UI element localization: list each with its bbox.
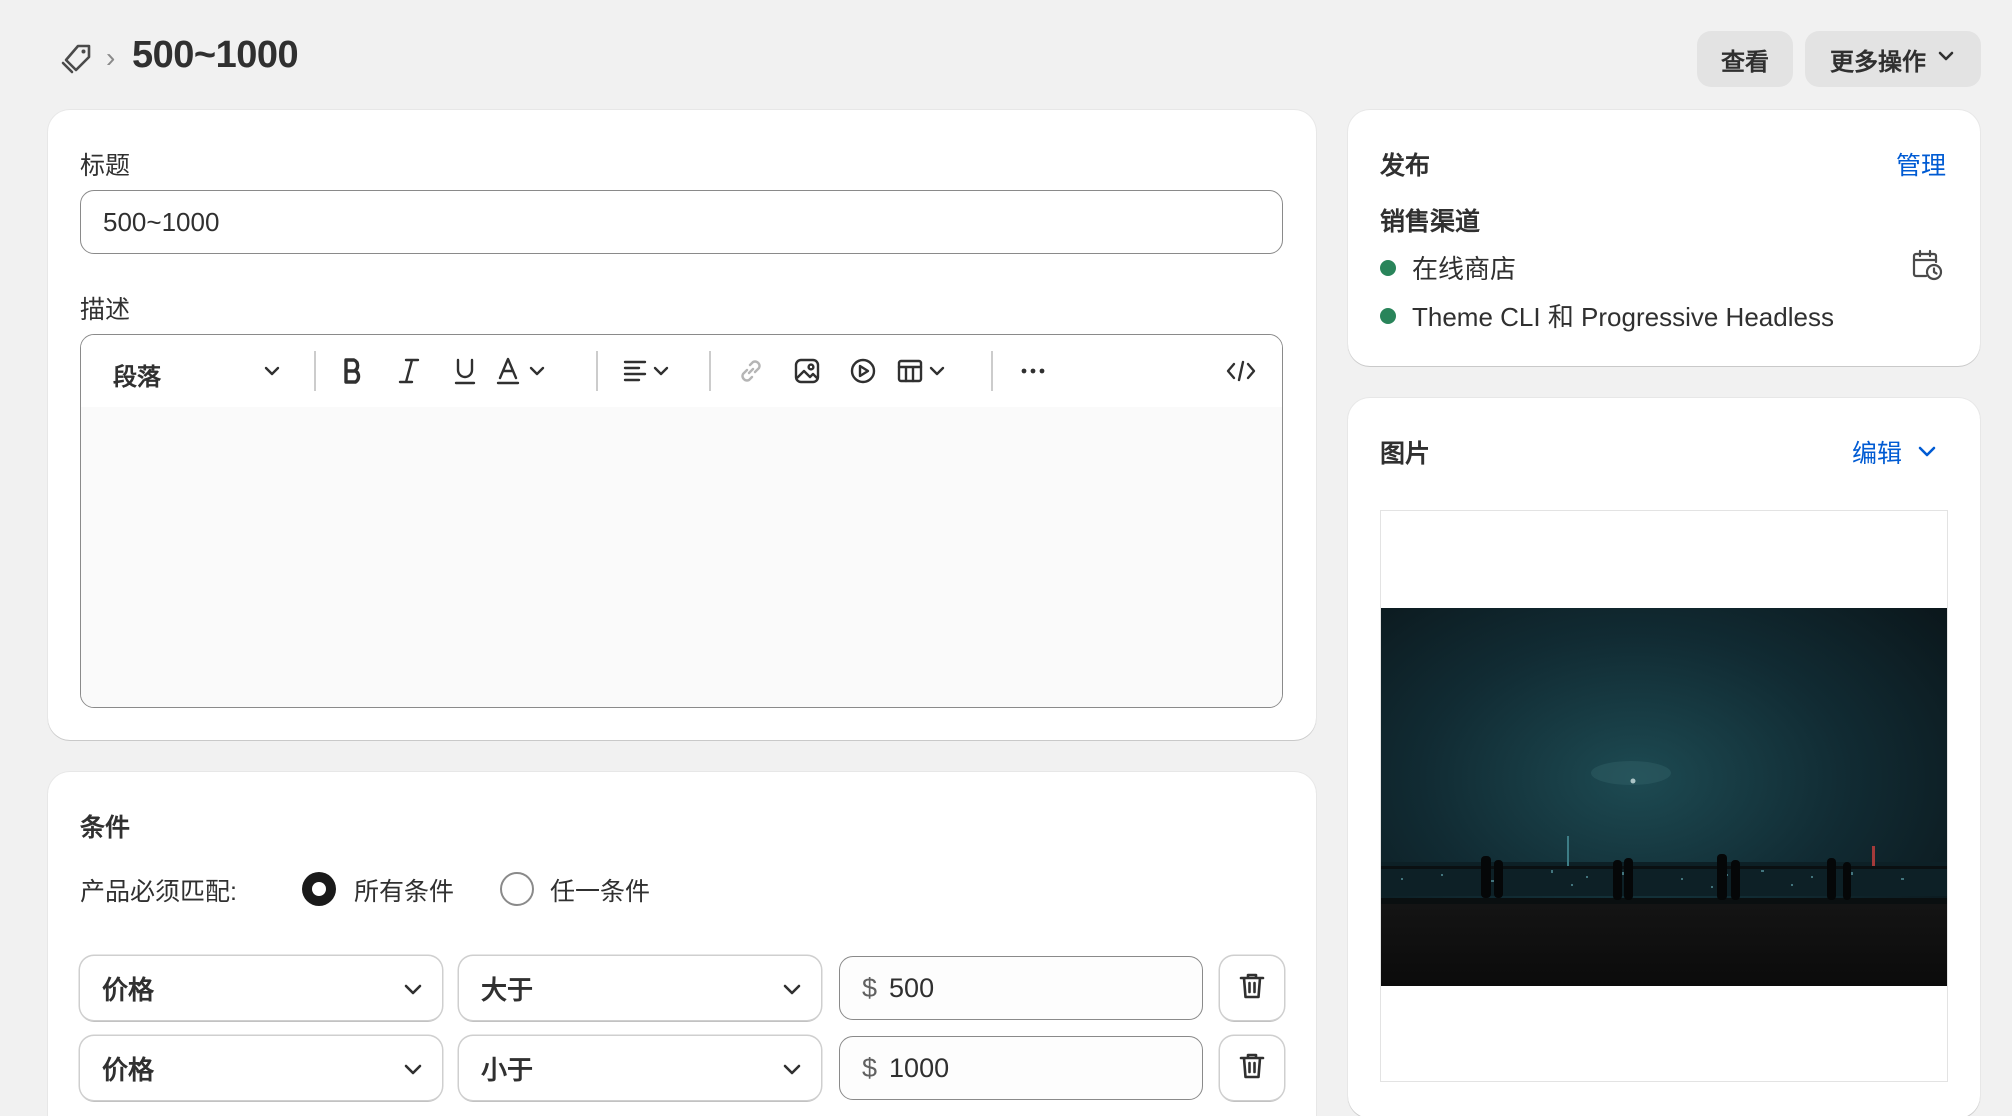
paragraph-format-select[interactable]: 段落 — [113, 357, 161, 392]
manage-link[interactable]: 管理 — [1896, 146, 1946, 182]
description-label: 描述 — [80, 296, 131, 324]
bold-icon[interactable] — [331, 349, 375, 393]
status-dot — [1380, 308, 1396, 324]
italic-icon[interactable] — [387, 349, 431, 393]
condition-operator-select[interactable]: 大于 — [459, 956, 821, 1020]
link-icon[interactable] — [729, 349, 773, 393]
match-label: 产品必须匹配: — [80, 878, 237, 906]
sales-channels-label: 销售渠道 — [1380, 208, 1481, 236]
radio-any-condition[interactable] — [500, 872, 534, 906]
trash-icon — [1238, 1051, 1266, 1086]
chevron-down-icon — [781, 976, 803, 1007]
image-frame[interactable] — [1380, 510, 1948, 1082]
editor-toolbar: 段落 — [81, 335, 1282, 407]
image-icon[interactable] — [785, 349, 829, 393]
condition-value-input[interactable]: $ 500 — [839, 956, 1203, 1020]
chevron-down-icon[interactable] — [257, 349, 287, 393]
title-label: 标题 — [80, 152, 131, 180]
text-color-icon[interactable] — [493, 349, 553, 393]
trash-icon — [1238, 971, 1266, 1006]
channel-online-store: 在线商店 — [1412, 254, 1517, 284]
image-card: 图片 编辑 — [1348, 398, 1980, 1116]
edit-image-link[interactable]: 编辑 — [1852, 434, 1902, 470]
chevron-down-icon — [402, 1056, 424, 1087]
channel-headless: Theme CLI 和 Progressive Headless — [1412, 302, 1834, 332]
publishing-card: 发布 管理 销售渠道 在线商店 Theme CLI 和 Progressive … — [1348, 110, 1980, 366]
more-actions-label: 更多操作 — [1830, 48, 1926, 76]
more-icon[interactable] — [1011, 349, 1055, 393]
page-title: 500~1000 — [132, 34, 299, 76]
title-description-card: 标题 500~1000 描述 段落 — [48, 110, 1316, 740]
radio-all-conditions[interactable] — [302, 872, 336, 906]
underline-icon[interactable] — [443, 349, 487, 393]
condition-value: 500 — [889, 972, 935, 1003]
rich-text-editor[interactable]: 段落 — [80, 334, 1283, 708]
condition-field-value: 价格 — [102, 1054, 155, 1085]
conditions-title: 条件 — [80, 814, 131, 842]
align-icon[interactable] — [619, 349, 679, 393]
condition-field-select[interactable]: 价格 — [80, 1036, 442, 1100]
view-button-label: 查看 — [1721, 48, 1769, 76]
chevron-down-icon — [781, 1056, 803, 1087]
radio-any-label[interactable]: 任一条件 — [550, 872, 650, 908]
title-input-value: 500~1000 — [103, 206, 220, 237]
chevron-down-icon — [1936, 45, 1956, 73]
more-actions-button[interactable]: 更多操作 — [1805, 31, 1981, 87]
editor-content-area[interactable] — [81, 407, 1282, 707]
calendar-clock-icon[interactable] — [1910, 248, 1944, 287]
collection-image — [1381, 608, 1947, 986]
table-icon[interactable] — [893, 349, 953, 393]
condition-value: 1000 — [889, 1052, 950, 1083]
condition-operator-value: 大于 — [481, 974, 534, 1005]
currency-symbol: $ — [862, 1052, 878, 1083]
publishing-title: 发布 — [1380, 152, 1431, 180]
conditions-card: 条件 产品必须匹配: 所有条件 任一条件 价格 大于 $ 500 价格 小于 $… — [48, 772, 1316, 1116]
condition-operator-select[interactable]: 小于 — [459, 1036, 821, 1100]
tag-icon[interactable] — [60, 42, 94, 76]
toolbar-divider — [314, 351, 316, 391]
condition-field-value: 价格 — [102, 974, 155, 1005]
delete-condition-button[interactable] — [1220, 956, 1284, 1020]
chevron-down-icon — [402, 976, 424, 1007]
breadcrumb-separator: › — [106, 42, 116, 73]
toolbar-divider — [991, 351, 993, 391]
view-button[interactable]: 查看 — [1697, 31, 1793, 87]
code-icon[interactable] — [1219, 349, 1263, 393]
currency-symbol: $ — [862, 972, 878, 1003]
chevron-down-icon[interactable] — [1916, 440, 1938, 467]
title-input[interactable]: 500~1000 — [80, 190, 1283, 254]
radio-all-label[interactable]: 所有条件 — [354, 872, 454, 908]
toolbar-divider — [596, 351, 598, 391]
toolbar-divider — [709, 351, 711, 391]
condition-operator-value: 小于 — [481, 1054, 534, 1085]
condition-field-select[interactable]: 价格 — [80, 956, 442, 1020]
condition-value-input[interactable]: $ 1000 — [839, 1036, 1203, 1100]
image-title: 图片 — [1380, 440, 1431, 468]
delete-condition-button[interactable] — [1220, 1036, 1284, 1100]
page-header: › 500~1000 查看 更多操作 — [0, 0, 2012, 110]
video-icon[interactable] — [841, 349, 885, 393]
status-dot — [1380, 260, 1396, 276]
